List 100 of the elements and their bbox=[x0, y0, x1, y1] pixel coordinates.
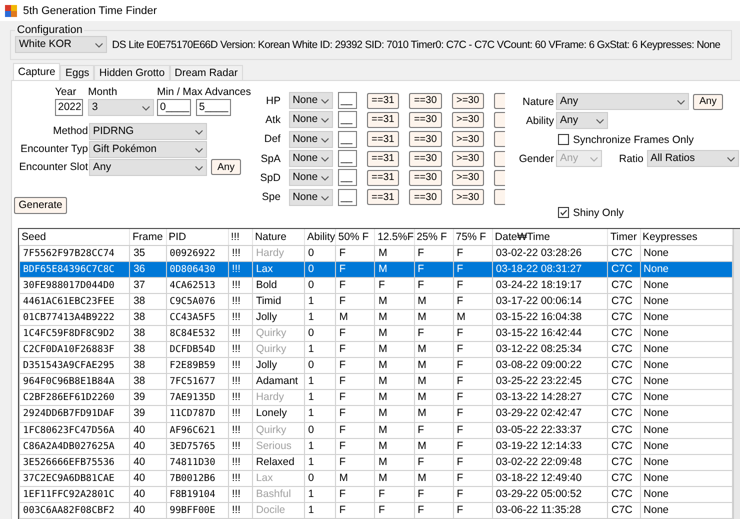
iv-preset-button[interactable]: >=30 bbox=[452, 92, 484, 109]
iv-preset-button[interactable] bbox=[494, 170, 505, 186]
iv-preset-button[interactable]: ==30 bbox=[409, 150, 442, 167]
ratio-dropdown[interactable]: All Ratios bbox=[646, 150, 739, 167]
column-header[interactable]: Keypresses bbox=[640, 229, 732, 246]
any-button[interactable]: Any bbox=[693, 94, 723, 110]
iv-preset-button[interactable]: ==30 bbox=[409, 131, 442, 148]
table-row[interactable]: 4461AC61EBC23FEE 38 C9C5A076 !!! Timid 1 F M M F 03-17-22 00:06:14 C7C None bbox=[20, 294, 732, 310]
table-row[interactable]: C86A2A4DB027625A 40 3ED75765 !!! Serious 1 F M M F 03-19-22 12:14:33 C7C None bbox=[20, 438, 732, 454]
iv-preset-button[interactable]: ==31 bbox=[366, 189, 400, 206]
checkbox[interactable] bbox=[558, 134, 569, 145]
iv-preset-button[interactable]: ==31 bbox=[366, 131, 400, 148]
iv-filter-dropdown[interactable]: None bbox=[288, 169, 333, 186]
iv-preset-button[interactable]: >=30 bbox=[452, 189, 484, 206]
table-row[interactable]: 964F0C96B8E1B84A 38 7FC51677 !!! Adamant 1 F M M F 03-25-22 23:22:45 C7C None bbox=[20, 374, 732, 390]
table-row[interactable]: 2924DD6B7FD91DAF 39 11CD787D !!! Lonely 1 F M M F 03-29-22 02:42:47 C7C None bbox=[20, 406, 732, 422]
table-row[interactable]: C2CF0DA10F26883F 38 DCFDB54D !!! Quirky 1 F M M F 03-12-22 08:25:34 C7C None bbox=[20, 342, 732, 358]
iv-preset-button[interactable] bbox=[494, 92, 505, 109]
iv-preset-button[interactable]: ==31 bbox=[366, 150, 400, 167]
month-dropdown[interactable]: 3 bbox=[88, 99, 154, 116]
iv-filter-dropdown[interactable]: None bbox=[288, 150, 333, 168]
table-cell: 36 bbox=[130, 262, 166, 278]
column-header[interactable]: PID bbox=[166, 229, 228, 246]
iv-preset-button[interactable]: >=30 bbox=[452, 150, 484, 167]
table-cell: !!! bbox=[228, 502, 252, 518]
table-row[interactable]: 37C2EC9A6DB81CAE 40 7B0012B6 !!! Lax 0 M M M F 03-18-22 12:49:40 C7C None bbox=[20, 470, 732, 486]
column-header[interactable]: 25% F bbox=[414, 229, 454, 246]
year-field[interactable]: 2022 bbox=[55, 99, 83, 116]
iv-value-field[interactable]: __ bbox=[338, 150, 357, 168]
encounter-slot-dropdown[interactable]: Any bbox=[89, 158, 207, 176]
iv-preset-button[interactable]: ==30 bbox=[409, 170, 442, 186]
table-cell: None bbox=[640, 470, 732, 486]
iv-preset-button[interactable]: >=30 bbox=[452, 112, 484, 128]
app-icon bbox=[4, 4, 18, 18]
iv-filter-dropdown[interactable]: None bbox=[288, 111, 333, 128]
table-row[interactable]: 003C6AA82F08CBF2 40 99BFF00E !!! Docile 1 F F F F 03-06-22 11:35:28 C7C None bbox=[20, 502, 732, 518]
tab[interactable]: Hidden Grotto bbox=[94, 65, 170, 80]
tab[interactable]: Dream Radar bbox=[170, 65, 243, 80]
iv-filter-dropdown[interactable]: None bbox=[288, 188, 333, 206]
iv-preset-button[interactable]: >=30 bbox=[452, 131, 484, 148]
table-row[interactable]: D351543A9CFAE295 38 F2E89B59 !!! Jolly 0 F M M F 03-08-22 09:00:22 C7C None bbox=[20, 358, 732, 374]
iv-value-field[interactable]: __ bbox=[338, 111, 357, 128]
iv-preset-button[interactable]: ==31 bbox=[366, 92, 400, 109]
checkbox[interactable] bbox=[558, 207, 569, 218]
column-header[interactable]: Seed bbox=[20, 229, 130, 246]
iv-value-field[interactable]: __ bbox=[338, 188, 357, 206]
column-header[interactable]: 75% F bbox=[453, 229, 492, 246]
synchronize-checkbox[interactable]: Synchronize Frames Only bbox=[558, 130, 740, 149]
method-dropdown[interactable]: PIDRNG bbox=[89, 122, 207, 140]
table-row[interactable]: 3E526666EFB75536 40 74811D30 !!! Relaxed 1 F M F F 03-02-22 22:09:48 C7C None bbox=[20, 454, 732, 470]
table-cell: F bbox=[374, 278, 414, 294]
table-cell: F bbox=[453, 486, 492, 502]
iv-value-field[interactable]: __ bbox=[338, 130, 357, 148]
iv-preset-button[interactable] bbox=[494, 150, 505, 167]
table-cell: F bbox=[414, 422, 454, 438]
iv-preset-button[interactable]: ==30 bbox=[409, 112, 442, 128]
encounter-type-dropdown[interactable]: Gift Pokémon bbox=[89, 140, 207, 158]
iv-value-field[interactable]: __ bbox=[338, 169, 357, 186]
ability-dropdown[interactable]: Any bbox=[556, 112, 608, 129]
table-row[interactable]: 1C4FC59F8DF8C9D2 38 8C84E532 !!! Quirky 0 F M F F 03-15-22 16:42:44 C7C None bbox=[20, 326, 732, 342]
table-row[interactable]: 01CB77413A4B9222 38 CC43A5F5 !!! Jolly 1 M M M M 03-15-22 16:04:38 C7C None bbox=[20, 310, 732, 326]
nature-dropdown[interactable]: Any bbox=[556, 93, 689, 110]
column-header[interactable]: 50% F bbox=[336, 229, 375, 246]
column-header[interactable]: 12.5%F bbox=[374, 229, 414, 246]
iv-filter-dropdown[interactable]: None bbox=[288, 130, 333, 148]
iv-filter-dropdown[interactable]: None bbox=[288, 92, 333, 110]
table-row[interactable]: BDF65E84396C7C8C 36 0D806430 !!! Lax 0 F M F F 03-18-22 08:31:27 C7C None bbox=[20, 262, 732, 278]
tab[interactable]: Capture bbox=[13, 63, 60, 80]
profile-dropdown[interactable]: White KOR bbox=[15, 36, 107, 53]
table-cell: !!! bbox=[228, 406, 252, 422]
table-cell: M bbox=[374, 454, 414, 470]
iv-preset-button[interactable] bbox=[494, 131, 505, 148]
column-header[interactable]: !!! bbox=[228, 229, 252, 246]
column-header[interactable]: Timer bbox=[608, 229, 640, 246]
table-row[interactable]: 1FC80623FC47D56A 40 AF96C621 !!! Quirky 0 F M F F 03-05-22 22:33:37 C7C None bbox=[20, 422, 732, 438]
iv-preset-button[interactable]: ==30 bbox=[409, 189, 442, 206]
iv-preset-button[interactable]: >=30 bbox=[452, 170, 484, 186]
min-advances-field[interactable]: 0____ bbox=[157, 99, 191, 116]
column-header[interactable]: Nature bbox=[252, 229, 305, 246]
column-header[interactable]: Ability bbox=[304, 229, 336, 246]
iv-preset-button[interactable] bbox=[494, 189, 505, 206]
table-cell: 03-13-22 14:28:27 bbox=[492, 390, 608, 406]
table-cell: 38 bbox=[130, 342, 166, 358]
table-cell: Quirky bbox=[252, 342, 305, 358]
iv-preset-button[interactable]: ==31 bbox=[366, 112, 400, 128]
any-button[interactable]: Any bbox=[211, 159, 241, 175]
column-header[interactable]: Frame bbox=[130, 229, 166, 246]
table-cell: F bbox=[453, 502, 492, 518]
iv-value-field[interactable]: __ bbox=[338, 92, 357, 110]
table-cell: 1C4FC59F8DF8C9D2 bbox=[20, 326, 130, 342]
iv-preset-button[interactable]: ==30 bbox=[409, 92, 442, 109]
column-header[interactable]: Date₩Time bbox=[492, 229, 608, 246]
generate-button[interactable]: Generate bbox=[14, 197, 67, 214]
table-row[interactable]: C2BF286EF61D2260 39 7AE9135D !!! Hardy 1 F M M F 03-13-22 14:28:27 C7C None bbox=[20, 390, 732, 406]
iv-preset-button[interactable] bbox=[494, 112, 505, 128]
table-row[interactable]: 1EF11FFC92A2801C 40 F8B19104 !!! Bashful 1 F F F F 03-29-22 05:00:52 C7C None bbox=[20, 486, 732, 502]
table-row[interactable]: 30FE988017D044D0 37 4CA62513 !!! Bold 0 F F F F 03-24-22 18:19:17 C7C None bbox=[20, 278, 732, 294]
tab[interactable]: Eggs bbox=[60, 65, 94, 80]
max-advances-field[interactable]: 5____ bbox=[196, 99, 231, 116]
iv-preset-button[interactable]: ==31 bbox=[366, 170, 400, 186]
